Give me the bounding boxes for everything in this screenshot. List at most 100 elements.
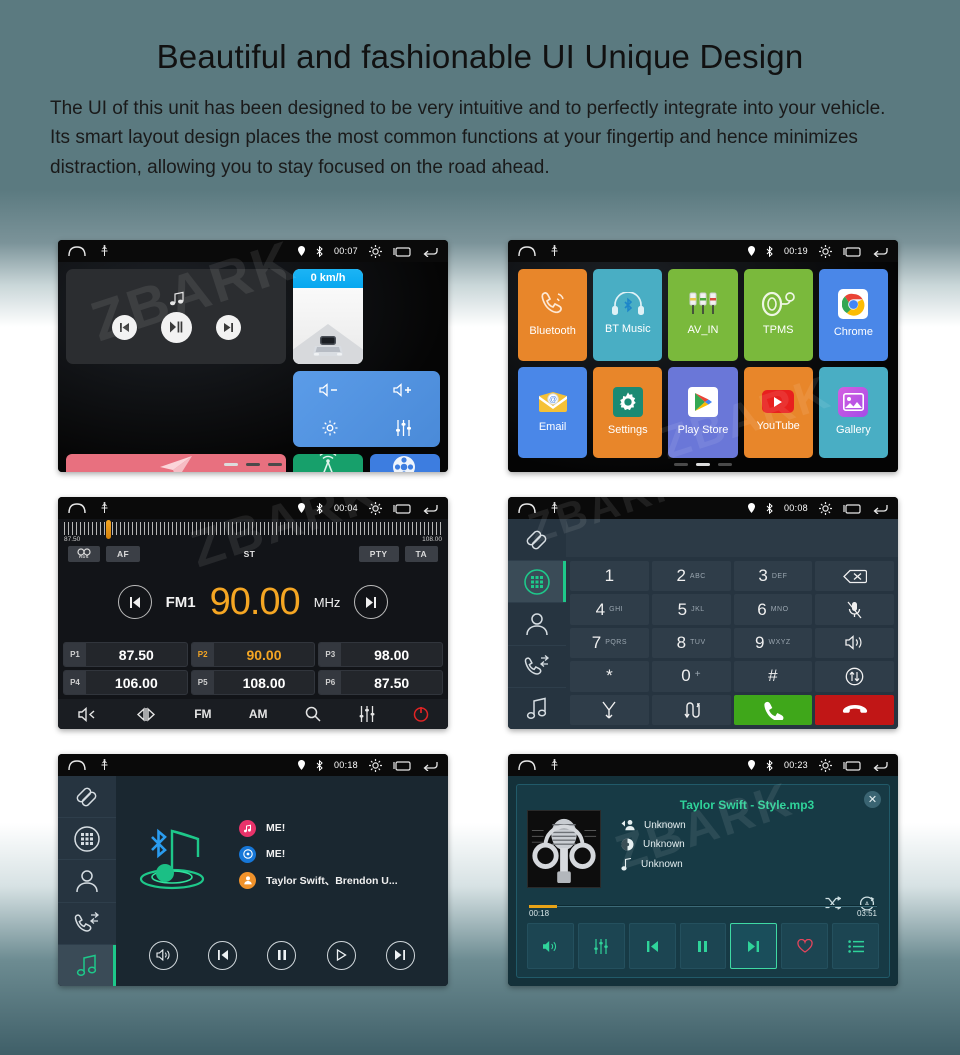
rail-item-pairing[interactable] bbox=[508, 519, 566, 562]
rail-item-pairing[interactable] bbox=[58, 776, 116, 819]
fm-button[interactable]: FM bbox=[194, 707, 211, 721]
preset-button[interactable]: P1 87.50 bbox=[63, 642, 188, 667]
usb-icon[interactable] bbox=[550, 245, 559, 257]
page-dot[interactable] bbox=[224, 463, 238, 466]
home-icon[interactable] bbox=[518, 759, 536, 771]
close-icon[interactable]: ✕ bbox=[864, 791, 881, 808]
brightness-icon[interactable] bbox=[369, 244, 382, 258]
app-settings[interactable]: Settings bbox=[593, 366, 663, 458]
key-3[interactable]: 3 DEF bbox=[733, 561, 813, 592]
key-9[interactable]: 9 WXYZ bbox=[733, 627, 813, 659]
repeat-all-icon[interactable]: A bbox=[859, 896, 875, 911]
rail-item-dialpad[interactable] bbox=[508, 561, 566, 604]
key-7[interactable]: 7 PQRS bbox=[570, 627, 649, 659]
preset-button[interactable]: P6 87.50 bbox=[318, 670, 443, 695]
app-bt-music[interactable]: BT Music bbox=[593, 269, 663, 361]
play-pause-icon[interactable] bbox=[160, 311, 192, 343]
tuner-ruler[interactable] bbox=[64, 520, 442, 539]
app-tpms[interactable]: TPMS bbox=[743, 269, 813, 361]
usb-icon[interactable] bbox=[100, 502, 109, 514]
usb-icon[interactable] bbox=[550, 759, 559, 771]
key-speaker[interactable] bbox=[815, 627, 894, 659]
key-transfer-audio[interactable] bbox=[815, 661, 894, 692]
back-icon[interactable] bbox=[422, 760, 438, 771]
rail-item-contacts[interactable] bbox=[508, 603, 566, 646]
shuffle-icon[interactable] bbox=[825, 896, 841, 911]
back-icon[interactable] bbox=[422, 503, 438, 514]
pause-icon[interactable] bbox=[267, 940, 297, 970]
ta-button[interactable]: TA bbox=[404, 546, 438, 562]
usb-icon[interactable] bbox=[100, 759, 109, 771]
app-gallery[interactable]: Gallery bbox=[818, 366, 888, 458]
recents-icon[interactable] bbox=[393, 503, 411, 514]
page-dot[interactable] bbox=[268, 463, 282, 466]
page-indicator[interactable] bbox=[674, 463, 732, 466]
key-0[interactable]: 0 + bbox=[651, 661, 731, 692]
rail-item-bt-music[interactable] bbox=[508, 688, 566, 729]
progress-bar[interactable] bbox=[529, 904, 877, 908]
recents-icon[interactable] bbox=[393, 760, 411, 771]
tile-radio[interactable]: Radio bbox=[293, 454, 363, 472]
rds-button[interactable]: RDS bbox=[68, 546, 100, 562]
key-6[interactable]: 6 MNO bbox=[733, 594, 813, 625]
app-av-in[interactable]: AV_IN bbox=[668, 269, 738, 361]
tuner-needle[interactable] bbox=[105, 520, 111, 539]
page-dot[interactable] bbox=[674, 463, 688, 466]
mute-icon[interactable] bbox=[77, 706, 98, 722]
back-icon[interactable] bbox=[872, 246, 888, 257]
key-end-call[interactable] bbox=[815, 694, 894, 725]
play-icon[interactable] bbox=[326, 940, 356, 970]
power-icon[interactable] bbox=[413, 706, 429, 722]
next-icon[interactable] bbox=[215, 314, 241, 340]
favorite-icon[interactable] bbox=[781, 923, 829, 969]
app-youtube[interactable]: YouTube bbox=[743, 366, 813, 458]
equalizer-icon[interactable] bbox=[358, 706, 376, 722]
key-merge-call[interactable] bbox=[570, 694, 649, 725]
usb-icon[interactable] bbox=[100, 245, 109, 257]
back-icon[interactable] bbox=[872, 760, 888, 771]
app-email[interactable]: @ Email bbox=[518, 366, 588, 458]
seek-prev-icon[interactable] bbox=[117, 585, 152, 619]
key-1[interactable]: 1 bbox=[570, 561, 649, 592]
home-icon[interactable] bbox=[68, 759, 86, 771]
dial-number-display[interactable] bbox=[566, 519, 898, 557]
tile-video[interactable]: Video bbox=[370, 454, 440, 472]
prev-icon[interactable] bbox=[111, 314, 137, 340]
home-icon[interactable] bbox=[68, 245, 86, 257]
recents-icon[interactable] bbox=[393, 246, 411, 257]
brightness-icon[interactable] bbox=[819, 244, 832, 258]
preset-button[interactable]: P4 106.00 bbox=[63, 670, 188, 695]
back-icon[interactable] bbox=[872, 503, 888, 514]
key-backspace[interactable] bbox=[815, 561, 894, 592]
key-hash[interactable]: # bbox=[733, 661, 813, 692]
usb-icon[interactable] bbox=[550, 502, 559, 514]
recents-icon[interactable] bbox=[843, 503, 861, 514]
app-chrome[interactable]: Chrome bbox=[818, 269, 888, 361]
brightness-icon[interactable] bbox=[819, 758, 832, 772]
equalizer-icon[interactable] bbox=[577, 923, 625, 969]
page-dot[interactable] bbox=[696, 463, 710, 466]
next-track-icon[interactable] bbox=[730, 923, 778, 969]
key-2[interactable]: 2 ABC bbox=[651, 561, 731, 592]
key-8[interactable]: 8 TUV bbox=[651, 627, 731, 659]
key-4[interactable]: 4 GHI bbox=[570, 594, 649, 625]
pause-icon[interactable] bbox=[679, 923, 727, 969]
page-indicator[interactable] bbox=[224, 463, 282, 466]
home-icon[interactable] bbox=[68, 502, 86, 514]
next-track-icon[interactable] bbox=[385, 940, 415, 970]
scan-icon[interactable] bbox=[135, 706, 157, 722]
am-button[interactable]: AM bbox=[249, 707, 268, 721]
prev-track-icon[interactable] bbox=[208, 940, 238, 970]
back-icon[interactable] bbox=[422, 246, 438, 257]
home-icon[interactable] bbox=[518, 245, 536, 257]
brightness-icon[interactable] bbox=[819, 501, 832, 515]
page-dot[interactable] bbox=[718, 463, 732, 466]
tuner-scale[interactable]: 87.50 108.00 bbox=[58, 519, 448, 543]
key-mute-mic[interactable] bbox=[815, 594, 894, 625]
search-icon[interactable] bbox=[305, 706, 321, 722]
volume-up-icon[interactable] bbox=[393, 382, 414, 397]
equalizer-icon[interactable] bbox=[395, 419, 412, 436]
home-icon[interactable] bbox=[518, 502, 536, 514]
key-star[interactable]: * bbox=[570, 661, 649, 692]
speed-widget[interactable]: 0 km/h bbox=[293, 269, 363, 364]
